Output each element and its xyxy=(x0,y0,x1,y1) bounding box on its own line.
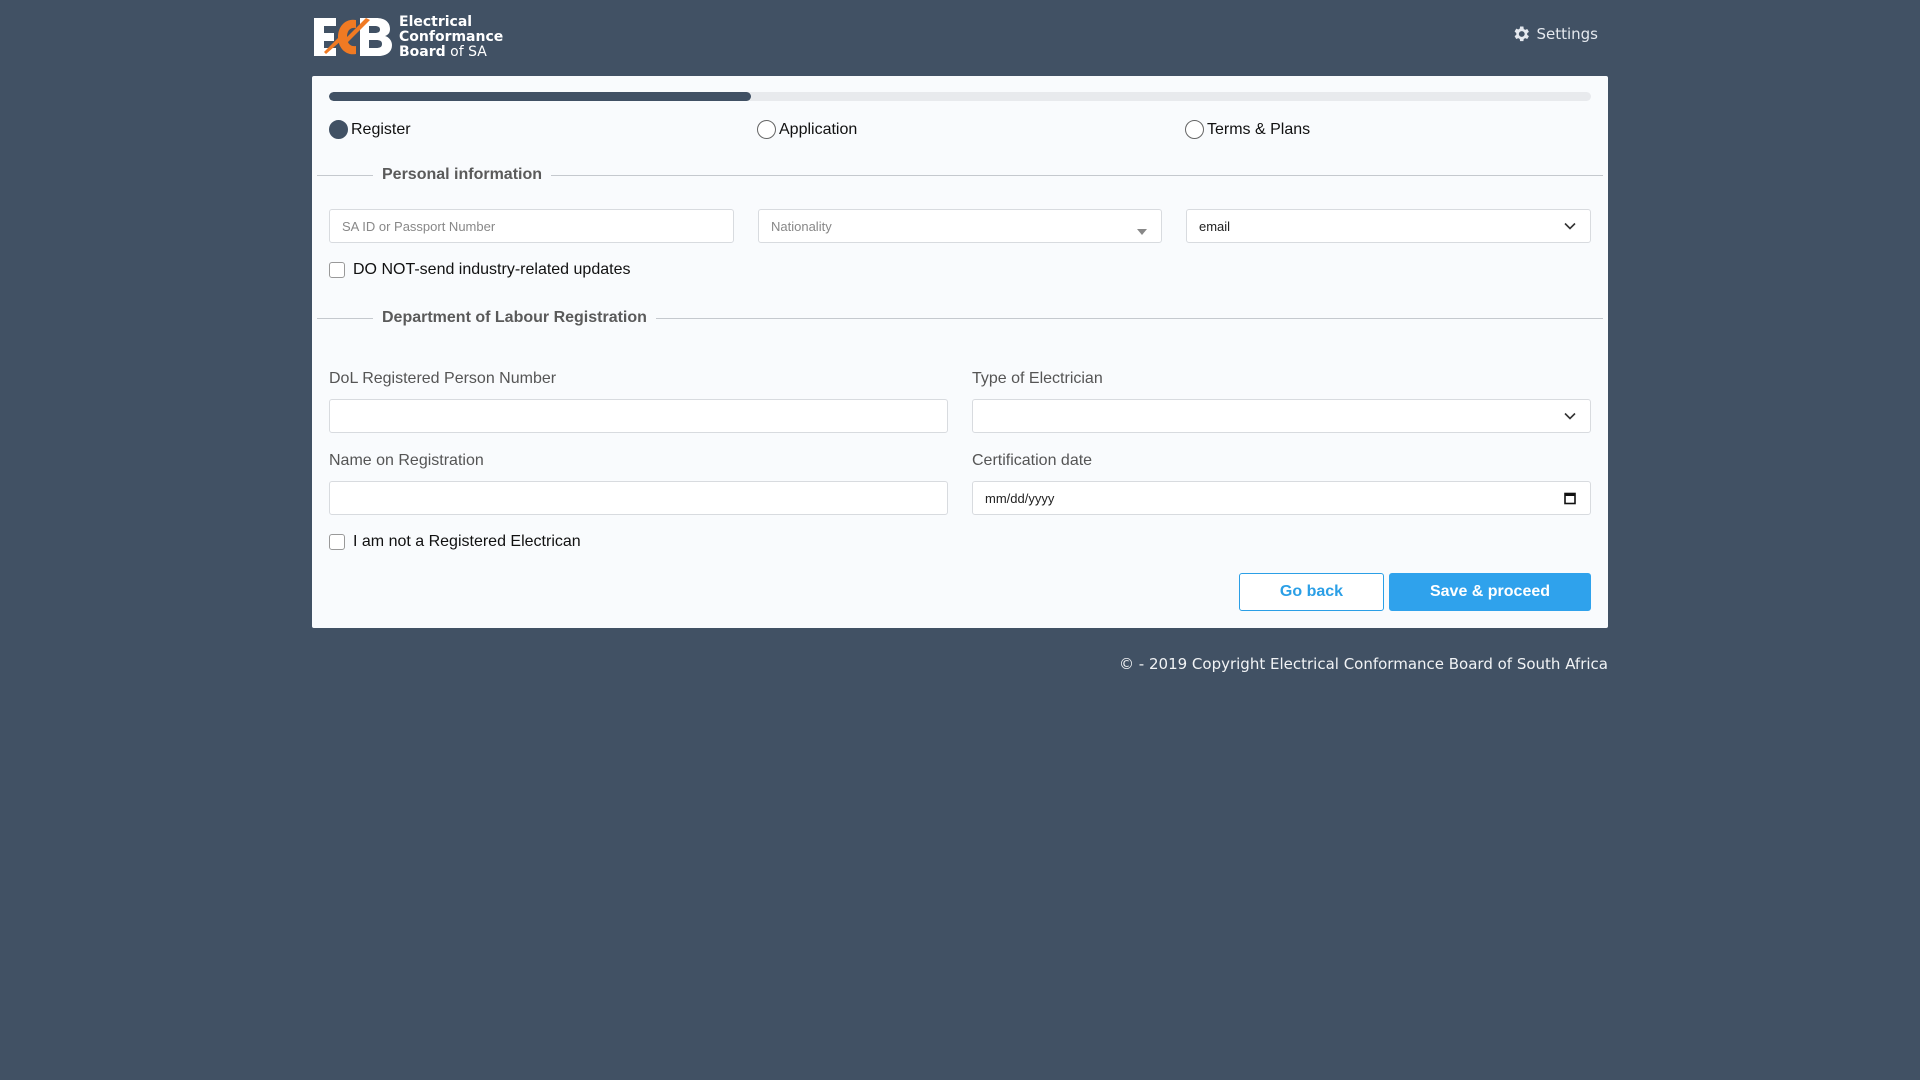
calendar-icon[interactable] xyxy=(1564,492,1576,505)
step-radio xyxy=(1185,120,1204,139)
divider xyxy=(551,174,1603,176)
step-label: Terms & Plans xyxy=(1207,120,1311,138)
certification-date-label: Certification date xyxy=(972,452,1093,469)
step-radio xyxy=(329,120,348,139)
nationality-select[interactable]: Nationality xyxy=(758,209,1162,243)
divider xyxy=(317,174,373,176)
certification-date-input[interactable]: mm/dd/yyyy xyxy=(972,481,1591,515)
section-title: Personal information xyxy=(382,166,543,183)
logo-text: Electrical Conformance Board of SA xyxy=(399,13,504,60)
dol-person-number-input[interactable] xyxy=(329,399,948,433)
step-application[interactable]: Application xyxy=(757,120,857,139)
not-registered-checkbox-row[interactable]: I am not a Registered Electrican xyxy=(329,533,581,551)
id-passport-placeholder: SA ID or Passport Number xyxy=(342,218,496,234)
registration-name-input[interactable] xyxy=(329,481,948,515)
not-registered-checkbox[interactable] xyxy=(329,534,345,550)
step-terms-plans[interactable]: Terms & Plans xyxy=(1185,120,1310,139)
caret-down-icon xyxy=(1137,229,1147,235)
dol-legend: Department of Labour Registration xyxy=(317,308,1603,328)
no-updates-checkbox[interactable] xyxy=(329,262,345,278)
divider xyxy=(655,317,1603,319)
electrician-type-label: Type of Electrician xyxy=(972,370,1103,387)
step-indicator: Register Application Terms & Plans xyxy=(329,120,1591,142)
certification-date-placeholder: mm/dd/yyyy xyxy=(985,490,1055,506)
progress-bar xyxy=(329,92,1591,101)
logo-line-3-bold: Board xyxy=(399,43,446,60)
logo-line-3-light: of SA xyxy=(445,43,487,60)
header: Electrical Conformance Board of SA Setti… xyxy=(312,14,1608,62)
id-passport-input[interactable]: SA ID or Passport Number xyxy=(329,209,734,243)
logo-line-3: Board of SA xyxy=(399,43,503,60)
chevron-down-icon xyxy=(1564,222,1576,230)
dol-person-number-label: DoL Registered Person Number xyxy=(329,370,557,387)
not-registered-label: I am not a Registered Electrican xyxy=(353,533,581,550)
step-radio xyxy=(757,120,776,139)
personal-info-legend: Personal information xyxy=(317,165,1603,185)
settings-link[interactable]: Settings xyxy=(1511,24,1598,44)
registration-name-label: Name on Registration xyxy=(329,452,484,469)
logo-line-1: Electrical xyxy=(399,13,473,30)
chevron-down-icon xyxy=(1564,412,1576,420)
step-label: Application xyxy=(779,120,858,138)
go-back-button[interactable]: Go back xyxy=(1239,573,1384,611)
no-updates-label: DO NOT-send industry-related updates xyxy=(353,261,631,278)
save-proceed-button[interactable]: Save & proceed xyxy=(1389,573,1591,611)
step-label: Register xyxy=(351,120,411,138)
contact-method-value: email xyxy=(1199,218,1231,234)
gear-icon xyxy=(1515,26,1530,42)
divider xyxy=(317,317,373,319)
contact-method-select[interactable]: email xyxy=(1186,209,1591,243)
settings-label: Settings xyxy=(1536,25,1598,43)
section-title: Department of Labour Registration xyxy=(382,309,647,326)
progress-fill xyxy=(329,92,751,101)
ecb-logo-mark-icon xyxy=(312,14,396,60)
logo-line-2: Conformance xyxy=(399,28,504,45)
no-updates-checkbox-row[interactable]: DO NOT-send industry-related updates xyxy=(329,261,630,279)
nationality-placeholder: Nationality xyxy=(771,218,832,234)
electrician-type-select[interactable] xyxy=(972,399,1591,433)
footer-copyright: © - 2019 Copyright Electrical Conformanc… xyxy=(1119,655,1608,673)
registration-card: Register Application Terms & Plans Perso… xyxy=(312,76,1608,628)
ecb-logo[interactable]: Electrical Conformance Board of SA xyxy=(312,14,503,60)
step-register[interactable]: Register xyxy=(329,120,411,139)
